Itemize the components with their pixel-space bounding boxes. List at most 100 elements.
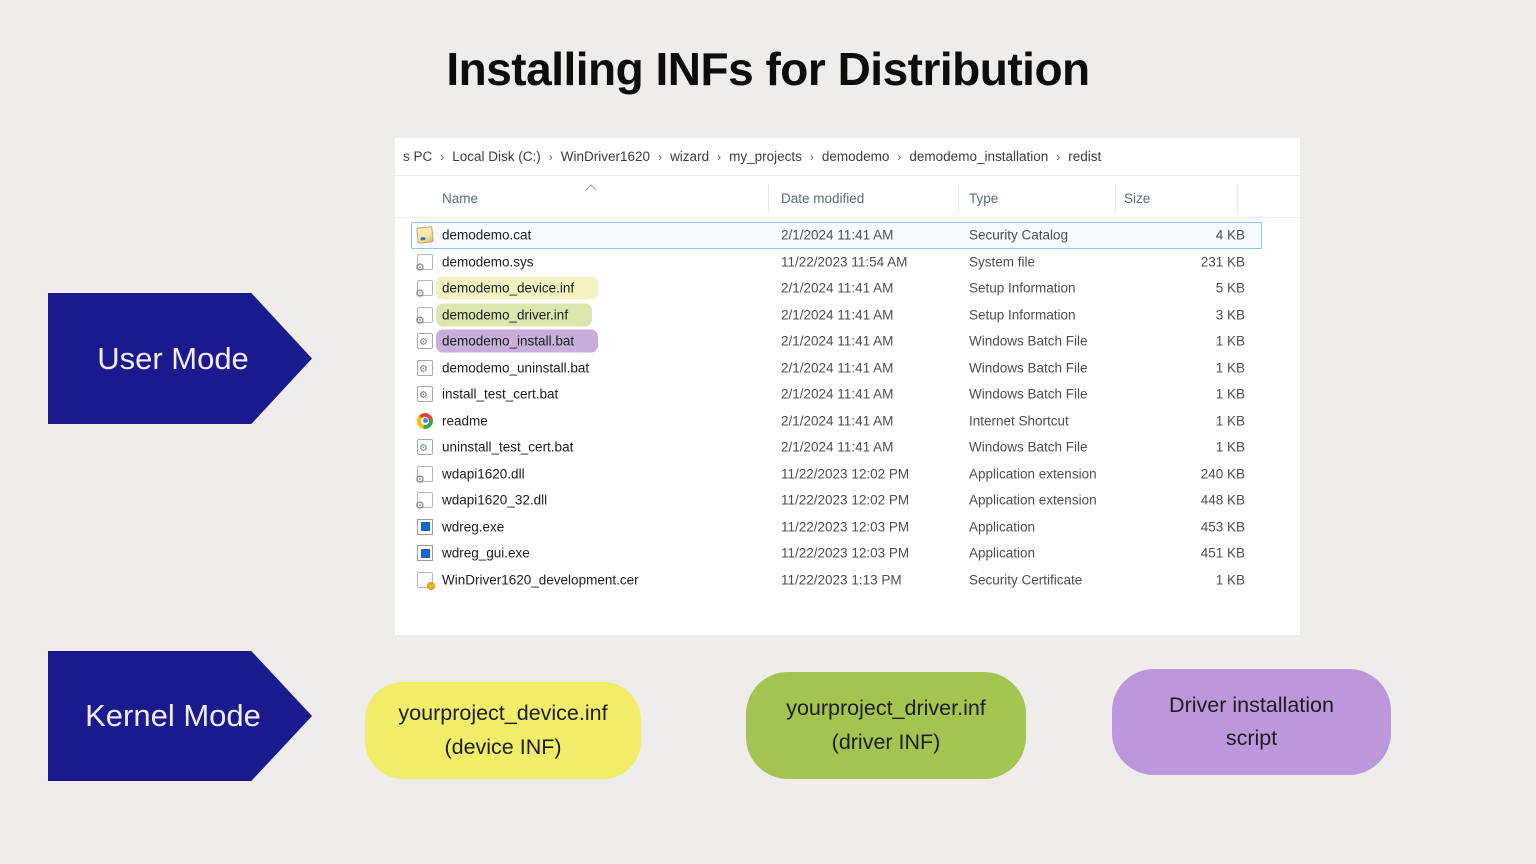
chevron-right-icon: › — [438, 150, 446, 164]
file-type: Windows Batch File — [969, 387, 1088, 402]
file-name: demodemo.sys — [442, 254, 534, 269]
file-date-modified: 2/1/2024 11:41 AM — [781, 440, 893, 455]
chevron-right-icon: › — [547, 150, 555, 164]
application-icon — [417, 519, 433, 535]
file-name: wdapi1620.dll — [442, 466, 525, 481]
file-size: 240 KB — [1115, 466, 1245, 481]
file-type: Setup Information — [969, 307, 1076, 322]
breadcrumb-item[interactable]: demodemo — [816, 149, 896, 164]
file-date-modified: 2/1/2024 11:41 AM — [781, 307, 893, 322]
file-row[interactable]: ⚙demodemo_device.inf2/1/2024 11:41 AMSet… — [395, 275, 1300, 302]
column-divider — [1115, 184, 1116, 212]
column-header-type[interactable]: Type — [969, 180, 998, 217]
file-size: 1 KB — [1115, 334, 1245, 349]
file-date-modified: 11/22/2023 12:02 PM — [781, 466, 909, 481]
file-name: readme — [442, 413, 488, 428]
column-divider — [1237, 184, 1238, 212]
user-mode-label: User Mode — [97, 341, 249, 377]
breadcrumb-item[interactable]: s PC — [397, 149, 438, 164]
callout-device-inf-line1: yourproject_device.inf — [398, 697, 607, 730]
file-type: Security Certificate — [969, 572, 1082, 587]
callout-device-inf-line2: (device INF) — [444, 731, 561, 764]
file-type: Windows Batch File — [969, 334, 1088, 349]
breadcrumb-item[interactable]: demodemo_installation — [903, 149, 1054, 164]
file-size: 1 KB — [1115, 360, 1245, 375]
file-size: 1 KB — [1115, 413, 1245, 428]
file-name: demodemo.cat — [442, 228, 531, 243]
file-type: Application extension — [969, 493, 1097, 508]
file-date-modified: 2/1/2024 11:41 AM — [781, 334, 893, 349]
user-mode-arrow: User Mode — [48, 293, 312, 424]
file-row[interactable]: ⚙ wdapi1620.dll 11/22/2023 12:02 PM Applica… — [395, 461, 1300, 488]
file-size: 3 KB — [1115, 307, 1245, 322]
file-size: 453 KB — [1115, 519, 1245, 534]
column-divider — [768, 184, 769, 212]
file-row[interactable]: readme2/1/2024 11:41 AMInternet Shortcut… — [395, 408, 1300, 435]
file-row[interactable]: ⚙install_test_cert.bat2/1/2024 11:41 AMW… — [395, 381, 1300, 408]
file-name: WinDriver1620_development.cer — [442, 572, 639, 587]
column-header-date-modified[interactable]: Date modified — [781, 180, 864, 217]
file-explorer-window: s PC›Local Disk (C:)›WinDriver1620›wizar… — [395, 138, 1300, 635]
file-row[interactable]: ⚙demodemo_install.bat2/1/2024 11:41 AMWi… — [395, 328, 1300, 355]
application-extension-icon: ⚙ — [417, 492, 433, 508]
file-name: install_test_cert.bat — [442, 387, 558, 402]
file-type: Application — [969, 519, 1035, 534]
callout-driver-inf-line2: (driver INF) — [832, 726, 941, 759]
breadcrumb-item[interactable]: redist — [1062, 149, 1107, 164]
file-size: 231 KB — [1115, 254, 1245, 269]
file-size: 1 KB — [1115, 387, 1245, 402]
kernel-mode-label: Kernel Mode — [85, 698, 261, 734]
callout-driver-inf: yourproject_driver.inf (driver INF) — [746, 672, 1026, 779]
chevron-right-icon: › — [895, 150, 903, 164]
column-header-name[interactable]: Name — [442, 180, 478, 217]
breadcrumb: s PC›Local Disk (C:)›WinDriver1620›wizar… — [395, 138, 1300, 176]
file-row[interactable]: demodemo.cat2/1/2024 11:41 AMSecurity Ca… — [395, 222, 1300, 249]
breadcrumb-item[interactable]: wizard — [664, 149, 715, 164]
callout-install-script-line2: script — [1226, 722, 1277, 755]
callout-install-script-line1: Driver installation — [1169, 689, 1334, 722]
kernel-mode-arrow: Kernel Mode — [48, 651, 312, 781]
file-type: Application extension — [969, 466, 1097, 481]
column-divider — [958, 184, 959, 212]
file-row[interactable]: ⚙ uninstall_test_cert.bat 2/1/2024 11:41 A… — [395, 434, 1300, 461]
file-type: Internet Shortcut — [969, 413, 1069, 428]
file-size: 5 KB — [1115, 281, 1245, 296]
file-row[interactable]: wdreg_gui.exe11/22/2023 12:03 PMApplicat… — [395, 540, 1300, 567]
chevron-right-icon: › — [656, 150, 664, 164]
internet-shortcut-icon — [417, 413, 433, 429]
file-row[interactable]: wdreg.exe11/22/2023 12:03 PMApplication4… — [395, 514, 1300, 541]
setup-information-icon: ⚙ — [417, 280, 433, 296]
file-name: wdreg.exe — [442, 519, 504, 534]
file-row[interactable]: ⚙demodemo_uninstall.bat2/1/2024 11:41 AM… — [395, 355, 1300, 382]
application-extension-icon: ⚙ — [417, 466, 433, 482]
batch-file-icon: ⚙ — [417, 439, 433, 455]
file-size: 1 KB — [1115, 572, 1245, 587]
file-date-modified: 2/1/2024 11:41 AM — [781, 228, 893, 243]
system-file-icon: ⚙ — [417, 254, 433, 270]
callout-device-inf: yourproject_device.inf (device INF) — [365, 682, 641, 779]
file-date-modified: 11/22/2023 11:54 AM — [781, 254, 907, 269]
file-row[interactable]: ⚙demodemo_driver.inf 2/1/2024 11:41 AM Set… — [395, 302, 1300, 329]
file-date-modified: 2/1/2024 11:41 AM — [781, 281, 893, 296]
breadcrumb-item[interactable]: WinDriver1620 — [555, 149, 656, 164]
security-certificate-icon — [417, 572, 433, 588]
file-type: Application — [969, 546, 1035, 561]
file-name: uninstall_test_cert.bat — [442, 440, 573, 455]
file-name: demodemo_driver.inf — [436, 303, 592, 326]
file-size: 451 KB — [1115, 546, 1245, 561]
file-row[interactable]: ⚙ wdapi1620_32.dll 11/22/2023 12:02 PM Appl… — [395, 487, 1300, 514]
header-divider — [395, 217, 1300, 218]
file-row[interactable]: WinDriver1620_development.cer11/22/2023 … — [395, 567, 1300, 594]
chevron-right-icon: › — [715, 150, 723, 164]
breadcrumb-item[interactable]: Local Disk (C:) — [446, 149, 547, 164]
breadcrumb-item[interactable]: my_projects — [723, 149, 808, 164]
column-header-size[interactable]: Size — [1124, 180, 1150, 217]
file-size: 4 KB — [1115, 228, 1245, 243]
file-date-modified: 11/22/2023 12:02 PM — [781, 493, 909, 508]
page-title: Installing INFs for Distribution — [0, 42, 1536, 96]
file-name: wdapi1620_32.dll — [442, 493, 547, 508]
file-row[interactable]: ⚙demodemo.sys11/22/2023 11:54 AMSystem f… — [395, 249, 1300, 276]
setup-information-icon: ⚙ — [417, 307, 433, 323]
file-name: demodemo_uninstall.bat — [442, 360, 589, 375]
security-catalog-icon — [416, 226, 434, 244]
